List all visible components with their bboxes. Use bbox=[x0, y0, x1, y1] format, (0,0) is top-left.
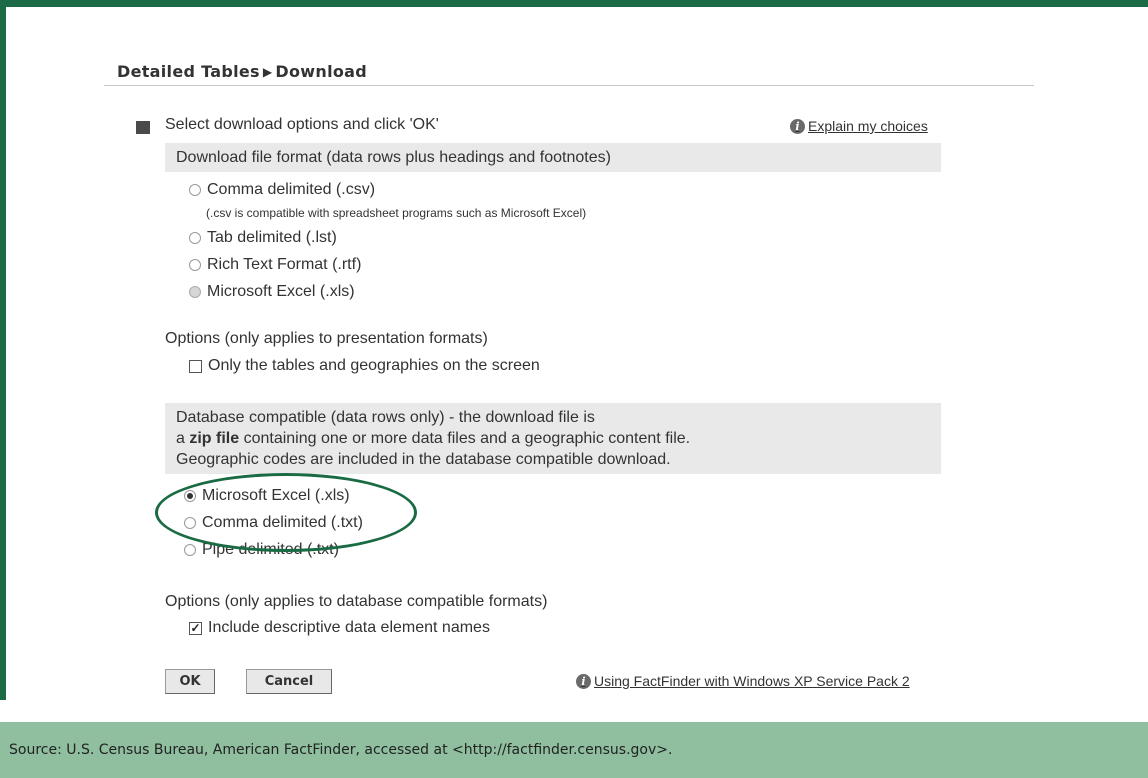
database-header-suffix: containing one or more data files and a … bbox=[239, 430, 691, 447]
presentation-options-label: Options (only applies to presentation fo… bbox=[165, 330, 488, 347]
database-header: Database compatible (data rows only) - t… bbox=[165, 403, 941, 474]
checkbox-descriptive-names-label: Include descriptive data element names bbox=[208, 619, 490, 636]
info-icon: i bbox=[576, 673, 591, 689]
radio-xls[interactable]: Microsoft Excel (.xls) bbox=[189, 283, 355, 301]
radio-button[interactable] bbox=[189, 259, 201, 271]
radio-xls-label: Microsoft Excel (.xls) bbox=[207, 283, 355, 300]
checkbox-screen-only[interactable]: Only the tables and geographies on the s… bbox=[189, 357, 540, 375]
windows-xp-link-label: Using FactFinder with Windows XP Service… bbox=[594, 673, 910, 689]
csv-note: (.csv is compatible with spreadsheet pro… bbox=[206, 206, 587, 220]
radio-button[interactable] bbox=[184, 544, 196, 556]
explain-choices-link[interactable]: i Explain my choices bbox=[790, 118, 928, 134]
breadcrumb-current: Download bbox=[275, 62, 367, 81]
database-header-prefix: a bbox=[176, 430, 190, 447]
windows-xp-link[interactable]: i Using FactFinder with Windows XP Servi… bbox=[576, 673, 910, 689]
radio-tab[interactable]: Tab delimited (.lst) bbox=[189, 229, 337, 247]
breadcrumb-parent: Detailed Tables bbox=[117, 62, 260, 81]
radio-rtf[interactable]: Rich Text Format (.rtf) bbox=[189, 256, 361, 274]
checkbox[interactable] bbox=[189, 359, 202, 373]
checkbox-descriptive-names[interactable]: ✓ Include descriptive data element names bbox=[189, 619, 490, 637]
radio-tab-label: Tab delimited (.lst) bbox=[207, 229, 337, 246]
radio-button[interactable] bbox=[189, 232, 201, 244]
explain-choices-label: Explain my choices bbox=[808, 118, 928, 134]
intro-text: Select download options and click 'OK' bbox=[165, 116, 439, 133]
database-options-label: Options (only applies to database compat… bbox=[165, 593, 548, 610]
checkbox-screen-only-label: Only the tables and geographies on the s… bbox=[208, 357, 540, 374]
header-divider bbox=[104, 85, 1034, 86]
breadcrumb-separator: ▶ bbox=[262, 65, 273, 79]
radio-rtf-label: Rich Text Format (.rtf) bbox=[207, 256, 362, 273]
radio-csv-label: Comma delimited (.csv) bbox=[207, 181, 376, 198]
ok-button[interactable]: OK bbox=[165, 669, 215, 694]
breadcrumb: Detailed Tables ▶ Download bbox=[117, 62, 367, 81]
top-border bbox=[0, 0, 1148, 7]
database-header-bold: zip file bbox=[189, 430, 240, 447]
radio-csv[interactable]: Comma delimited (.csv) bbox=[189, 181, 375, 199]
radio-button[interactable] bbox=[189, 184, 201, 196]
bullet-square-icon bbox=[136, 121, 150, 134]
database-header-line2: a zip file containing one or more data f… bbox=[176, 428, 941, 449]
file-format-header: Download file format (data rows plus hea… bbox=[165, 143, 941, 172]
highlight-ellipse bbox=[155, 473, 417, 552]
checkbox-checked[interactable]: ✓ bbox=[189, 621, 202, 635]
radio-button[interactable] bbox=[189, 286, 201, 298]
source-caption: Source: U.S. Census Bureau, American Fac… bbox=[9, 742, 673, 758]
left-border bbox=[0, 0, 6, 700]
database-header-line3: Geographic codes are included in the dat… bbox=[176, 451, 671, 468]
database-header-line1: Database compatible (data rows only) - t… bbox=[176, 409, 595, 426]
cancel-button[interactable]: Cancel bbox=[246, 669, 332, 694]
info-icon: i bbox=[790, 118, 805, 134]
